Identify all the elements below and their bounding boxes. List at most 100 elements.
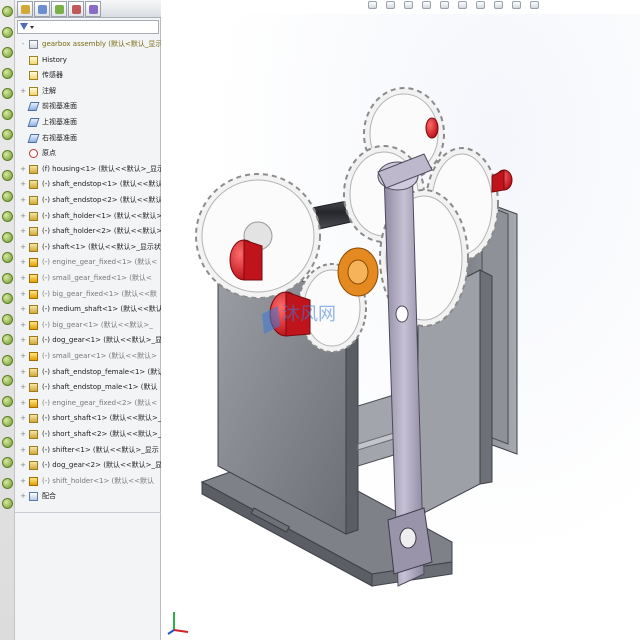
filter-icon[interactable] bbox=[20, 23, 28, 30]
expand-toggle-icon[interactable]: + bbox=[20, 228, 26, 235]
tool-icon[interactable] bbox=[2, 149, 13, 161]
expand-toggle-icon[interactable]: + bbox=[20, 165, 26, 172]
tree-item[interactable]: 传感器 bbox=[15, 69, 161, 82]
tool-icon[interactable] bbox=[2, 190, 13, 202]
tree-item[interactable]: + (-) shaft_endstop_female<1> (默认 bbox=[15, 366, 161, 379]
tree-item[interactable]: + (-) engine_gear_fixed<2> (默认< bbox=[15, 397, 161, 410]
expand-toggle-icon[interactable]: + bbox=[20, 399, 26, 406]
tool-icon[interactable] bbox=[2, 26, 13, 38]
dimxpert-icon[interactable] bbox=[68, 1, 84, 17]
tree-item[interactable]: 上视基准面 bbox=[15, 116, 161, 129]
tree-item[interactable]: + (-) medium_shaft<1> (默认<<默认 bbox=[15, 303, 161, 316]
expand-toggle-icon[interactable]: + bbox=[20, 321, 26, 328]
property-manager-icon[interactable] bbox=[34, 1, 50, 17]
tool-icon[interactable] bbox=[2, 477, 13, 489]
tree-item[interactable]: + (-) big_gear_fixed<1> (默认<<默 bbox=[15, 288, 161, 301]
zoom-to-fit-icon[interactable] bbox=[368, 1, 377, 9]
expand-toggle-icon[interactable]: + bbox=[20, 493, 26, 500]
tool-icon[interactable] bbox=[2, 231, 13, 243]
expand-toggle-icon[interactable]: + bbox=[20, 353, 26, 360]
tool-icon[interactable] bbox=[2, 211, 13, 222]
expand-toggle-icon[interactable]: + bbox=[20, 306, 26, 313]
expand-toggle-icon[interactable]: + bbox=[20, 477, 26, 484]
tool-icon[interactable] bbox=[2, 313, 13, 325]
shaft-endstop-top[interactable] bbox=[425, 117, 439, 139]
expand-toggle-icon[interactable]: + bbox=[20, 384, 26, 391]
tool-icon[interactable] bbox=[2, 67, 13, 79]
tool-icon[interactable] bbox=[2, 354, 13, 366]
tree-item[interactable]: 右视基准面 bbox=[15, 132, 161, 145]
display-manager-icon[interactable] bbox=[85, 1, 101, 17]
edit-appearance-icon[interactable] bbox=[494, 1, 503, 9]
tool-icon[interactable] bbox=[2, 129, 13, 140]
expand-toggle-icon[interactable]: + bbox=[20, 197, 26, 204]
expand-toggle-icon[interactable]: + bbox=[20, 415, 26, 422]
expand-toggle-icon[interactable]: + bbox=[20, 290, 26, 297]
tree-item[interactable]: - gearbox assembly (默认<默认_显示 bbox=[15, 38, 161, 51]
expand-toggle-icon[interactable]: + bbox=[20, 446, 26, 453]
tool-icon[interactable] bbox=[2, 334, 13, 345]
tree-item[interactable]: + (-) dog_gear<1> (默认<<默认>_显示 bbox=[15, 334, 161, 347]
tree-item[interactable]: + (-) small_gear_fixed<1> (默认< bbox=[15, 272, 161, 285]
tool-icon[interactable] bbox=[2, 416, 13, 427]
tool-icon[interactable] bbox=[2, 436, 13, 448]
tree-item[interactable]: + (-) short_shaft<2> (默认<<默认>_ bbox=[15, 428, 161, 441]
expand-toggle-icon[interactable]: + bbox=[20, 462, 26, 469]
tree-item[interactable]: + (-) shifter<1> (默认<<默认>_显示 bbox=[15, 444, 161, 457]
configuration-manager-icon[interactable] bbox=[51, 1, 67, 17]
expand-toggle-icon[interactable]: + bbox=[20, 212, 26, 219]
tree-item[interactable]: + (-) short_shaft<1> (默认<<默认>_ bbox=[15, 412, 161, 425]
tool-icon[interactable] bbox=[2, 395, 13, 407]
tree-item[interactable]: + (-) small_gear<1> (默认<<默认> bbox=[15, 350, 161, 363]
tool-icon[interactable] bbox=[2, 170, 13, 181]
tool-icon[interactable] bbox=[2, 6, 13, 17]
shaft-endstop-right[interactable] bbox=[491, 169, 513, 193]
expand-toggle-icon[interactable]: + bbox=[20, 368, 26, 375]
hide-show-icon[interactable] bbox=[476, 1, 485, 9]
tree-item[interactable]: + (-) shaft<1> (默认<<默认>_显示状态 bbox=[15, 241, 161, 254]
zoom-area-icon[interactable] bbox=[386, 1, 395, 9]
tool-icon[interactable] bbox=[2, 272, 13, 284]
tree-item[interactable]: + 注解 bbox=[15, 85, 161, 98]
tree-item[interactable]: + (-) shaft_endstop<1> (默认<<默认> bbox=[15, 178, 161, 191]
tree-item[interactable]: 前视基准面 bbox=[15, 100, 161, 113]
tool-icon[interactable] bbox=[2, 375, 13, 386]
tree-item[interactable]: + (-) shaft_holder<1> (默认<<默认>_ bbox=[15, 210, 161, 223]
chevron-down-icon[interactable] bbox=[30, 26, 34, 29]
tree-item[interactable]: + (-) dog_gear<2> (默认<<默认>_显示 bbox=[15, 459, 161, 472]
tree-item[interactable]: + (f) housing<1> (默认<<默认>_显示 bbox=[15, 163, 161, 176]
tree-item[interactable]: + (-) big_gear<1> (默认<<默认>_ bbox=[15, 319, 161, 332]
tree-item[interactable]: + (-) shaft_endstop<2> (默认<<默认> bbox=[15, 194, 161, 207]
tree-item[interactable]: + 配合 bbox=[15, 490, 161, 503]
expand-toggle-icon[interactable]: + bbox=[20, 337, 26, 344]
expand-toggle-icon[interactable]: + bbox=[20, 87, 26, 94]
tool-icon[interactable] bbox=[2, 457, 13, 468]
tree-item[interactable]: + (-) shift_holder<1> (默认<<默认 bbox=[15, 475, 161, 488]
expand-toggle-icon[interactable]: + bbox=[20, 431, 26, 438]
tree-item[interactable]: + (-) shaft_endstop_male<1> (默认 bbox=[15, 381, 161, 394]
gearbox-model[interactable]: 沐风网 bbox=[162, 14, 640, 640]
tool-icon[interactable] bbox=[2, 88, 13, 99]
apply-scene-icon[interactable] bbox=[512, 1, 521, 9]
tool-icon[interactable] bbox=[2, 252, 13, 263]
tool-icon[interactable] bbox=[2, 498, 13, 509]
feature-manager-icon[interactable] bbox=[17, 1, 33, 17]
tool-icon[interactable] bbox=[2, 293, 13, 304]
expand-toggle-icon[interactable]: + bbox=[20, 181, 26, 188]
dog-gear[interactable] bbox=[337, 247, 379, 297]
tool-icon[interactable] bbox=[2, 108, 13, 120]
shaft-endstop-left[interactable] bbox=[229, 239, 263, 281]
view-orientation-icon[interactable] bbox=[440, 1, 449, 9]
expand-toggle-icon[interactable]: + bbox=[20, 243, 26, 250]
display-style-icon[interactable] bbox=[458, 1, 467, 9]
shift-holder[interactable] bbox=[387, 507, 433, 575]
tree-item[interactable]: + (-) engine_gear_fixed<1> (默认< bbox=[15, 256, 161, 269]
filter-field[interactable] bbox=[17, 20, 159, 34]
tree-item[interactable]: History bbox=[15, 54, 161, 67]
view-settings-icon[interactable] bbox=[530, 1, 539, 9]
graphics-area[interactable]: 沐风网 bbox=[162, 14, 640, 640]
tree-item[interactable]: + (-) shaft_holder<2> (默认<<默认>_ bbox=[15, 225, 161, 238]
previous-view-icon[interactable] bbox=[404, 1, 413, 9]
tool-icon[interactable] bbox=[2, 47, 13, 58]
tree-item[interactable]: 原点 bbox=[15, 147, 161, 160]
